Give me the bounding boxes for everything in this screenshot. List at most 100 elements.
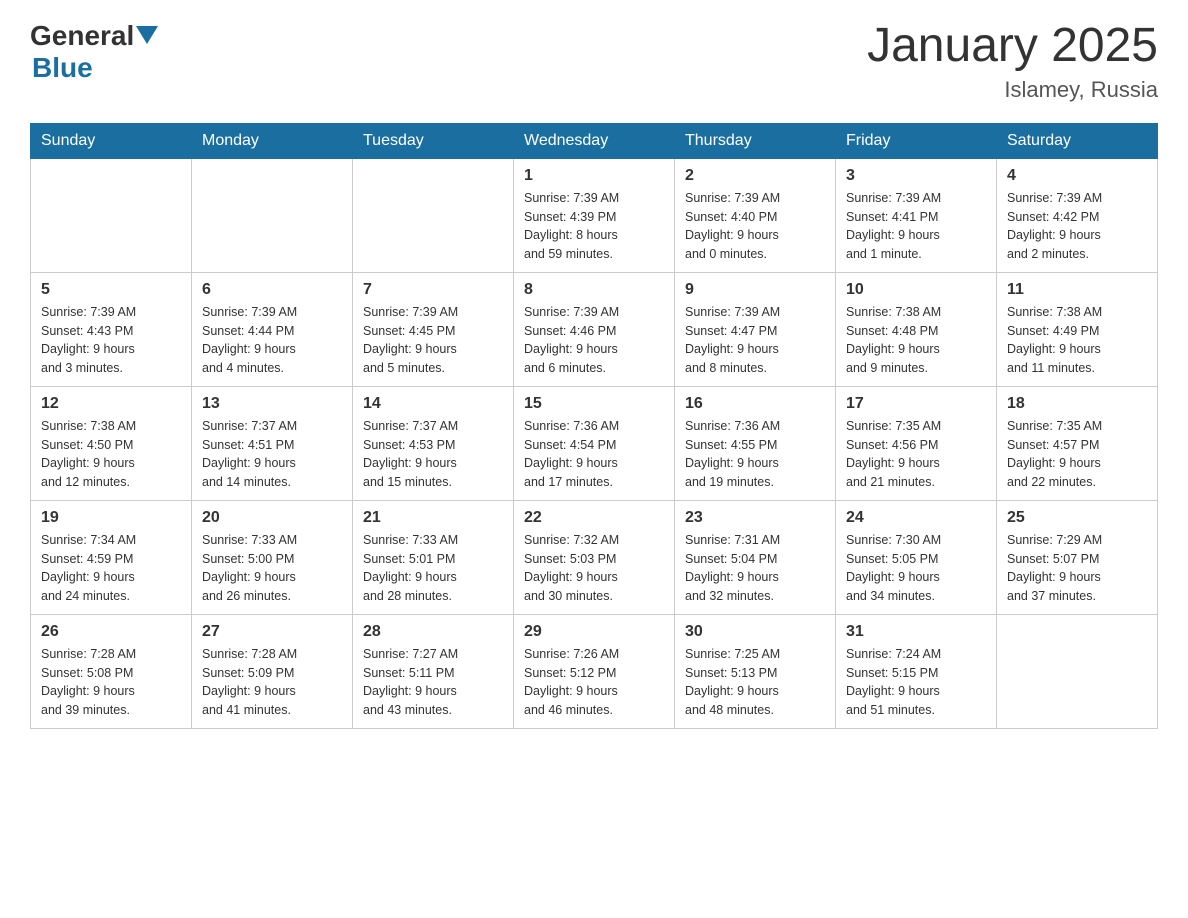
day-info: Sunrise: 7:39 AMSunset: 4:42 PMDaylight:… (1007, 189, 1147, 264)
day-info: Sunrise: 7:39 AMSunset: 4:44 PMDaylight:… (202, 303, 342, 378)
header-thursday: Thursday (675, 123, 836, 158)
logo: General Blue (30, 20, 158, 84)
logo-general-text: General (30, 20, 134, 52)
calendar-cell: 5 Sunrise: 7:39 AMSunset: 4:43 PMDaylight… (31, 272, 192, 386)
calendar-cell: 11 Sunrise: 7:38 AMSunset: 4:49 PMDayligh… (997, 272, 1158, 386)
calendar-cell: 15 Sunrise: 7:36 AMSunset: 4:54 PMDayligh… (514, 386, 675, 500)
day-number: 8 (524, 281, 664, 299)
day-number: 28 (363, 623, 503, 641)
day-info: Sunrise: 7:27 AMSunset: 5:11 PMDaylight:… (363, 645, 503, 720)
logo-blue-text: Blue (32, 52, 93, 84)
header-sunday: Sunday (31, 123, 192, 158)
calendar-cell: 4 Sunrise: 7:39 AMSunset: 4:42 PMDaylight… (997, 158, 1158, 272)
calendar-cell: 1Sunrise: 7:39 AMSunset: 4:39 PMDaylight… (514, 158, 675, 272)
day-info: Sunrise: 7:36 AMSunset: 4:54 PMDaylight:… (524, 417, 664, 492)
day-number: 4 (1007, 167, 1147, 185)
logo-triangle-icon (136, 26, 158, 48)
week-row-5: 26 Sunrise: 7:28 AMSunset: 5:08 PMDayligh… (31, 614, 1158, 728)
calendar-cell: 23 Sunrise: 7:31 AMSunset: 5:04 PMDayligh… (675, 500, 836, 614)
day-number: 16 (685, 395, 825, 413)
day-number: 25 (1007, 509, 1147, 527)
day-info: Sunrise: 7:29 AMSunset: 5:07 PMDaylight:… (1007, 531, 1147, 606)
day-number: 11 (1007, 281, 1147, 299)
day-info: Sunrise: 7:26 AMSunset: 5:12 PMDaylight:… (524, 645, 664, 720)
day-info: Sunrise: 7:25 AMSunset: 5:13 PMDaylight:… (685, 645, 825, 720)
day-info: Sunrise: 7:39 AMSunset: 4:45 PMDaylight:… (363, 303, 503, 378)
day-info: Sunrise: 7:31 AMSunset: 5:04 PMDaylight:… (685, 531, 825, 606)
day-info: Sunrise: 7:32 AMSunset: 5:03 PMDaylight:… (524, 531, 664, 606)
week-row-4: 19Sunrise: 7:34 AMSunset: 4:59 PMDayligh… (31, 500, 1158, 614)
header-saturday: Saturday (997, 123, 1158, 158)
day-number: 2 (685, 167, 825, 185)
day-number: 5 (41, 281, 181, 299)
calendar-cell: 6 Sunrise: 7:39 AMSunset: 4:44 PMDaylight… (192, 272, 353, 386)
header-wednesday: Wednesday (514, 123, 675, 158)
day-info: Sunrise: 7:28 AMSunset: 5:09 PMDaylight:… (202, 645, 342, 720)
header: General Blue January 2025 Islamey, Russi… (30, 20, 1158, 103)
header-monday: Monday (192, 123, 353, 158)
calendar-cell: 19Sunrise: 7:34 AMSunset: 4:59 PMDayligh… (31, 500, 192, 614)
calendar-cell: 8 Sunrise: 7:39 AMSunset: 4:46 PMDaylight… (514, 272, 675, 386)
day-number: 14 (363, 395, 503, 413)
calendar-cell: 24Sunrise: 7:30 AMSunset: 5:05 PMDayligh… (836, 500, 997, 614)
day-info: Sunrise: 7:30 AMSunset: 5:05 PMDaylight:… (846, 531, 986, 606)
day-number: 26 (41, 623, 181, 641)
day-info: Sunrise: 7:24 AMSunset: 5:15 PMDaylight:… (846, 645, 986, 720)
day-number: 17 (846, 395, 986, 413)
day-info: Sunrise: 7:38 AMSunset: 4:48 PMDaylight:… (846, 303, 986, 378)
calendar-cell: 29 Sunrise: 7:26 AMSunset: 5:12 PMDayligh… (514, 614, 675, 728)
calendar-cell: 31 Sunrise: 7:24 AMSunset: 5:15 PMDayligh… (836, 614, 997, 728)
calendar-cell: 2 Sunrise: 7:39 AMSunset: 4:40 PMDaylight… (675, 158, 836, 272)
day-number: 29 (524, 623, 664, 641)
day-info: Sunrise: 7:39 AMSunset: 4:46 PMDaylight:… (524, 303, 664, 378)
day-number: 18 (1007, 395, 1147, 413)
calendar-cell: 25 Sunrise: 7:29 AMSunset: 5:07 PMDayligh… (997, 500, 1158, 614)
calendar-cell: 9Sunrise: 7:39 AMSunset: 4:47 PMDaylight… (675, 272, 836, 386)
calendar-cell: 21 Sunrise: 7:33 AMSunset: 5:01 PMDayligh… (353, 500, 514, 614)
calendar-cell: 7Sunrise: 7:39 AMSunset: 4:45 PMDaylight… (353, 272, 514, 386)
week-row-1: 1Sunrise: 7:39 AMSunset: 4:39 PMDaylight… (31, 158, 1158, 272)
day-number: 15 (524, 395, 664, 413)
calendar-cell: 12 Sunrise: 7:38 AMSunset: 4:50 PMDayligh… (31, 386, 192, 500)
calendar-cell (31, 158, 192, 272)
day-info: Sunrise: 7:38 AMSunset: 4:50 PMDaylight:… (41, 417, 181, 492)
day-number: 13 (202, 395, 342, 413)
calendar-cell: 16 Sunrise: 7:36 AMSunset: 4:55 PMDayligh… (675, 386, 836, 500)
day-number: 21 (363, 509, 503, 527)
day-info: Sunrise: 7:37 AMSunset: 4:51 PMDaylight:… (202, 417, 342, 492)
title-area: January 2025 Islamey, Russia (867, 20, 1158, 103)
day-number: 6 (202, 281, 342, 299)
day-info: Sunrise: 7:37 AMSunset: 4:53 PMDaylight:… (363, 417, 503, 492)
calendar-cell (353, 158, 514, 272)
calendar-cell: 30 Sunrise: 7:25 AMSunset: 5:13 PMDayligh… (675, 614, 836, 728)
calendar-cell: 13 Sunrise: 7:37 AMSunset: 4:51 PMDayligh… (192, 386, 353, 500)
day-info: Sunrise: 7:35 AMSunset: 4:57 PMDaylight:… (1007, 417, 1147, 492)
calendar-header-row: SundayMondayTuesdayWednesdayThursdayFrid… (31, 123, 1158, 158)
day-info: Sunrise: 7:34 AMSunset: 4:59 PMDaylight:… (41, 531, 181, 606)
day-number: 31 (846, 623, 986, 641)
day-number: 23 (685, 509, 825, 527)
day-info: Sunrise: 7:33 AMSunset: 5:01 PMDaylight:… (363, 531, 503, 606)
calendar-cell: 22 Sunrise: 7:32 AMSunset: 5:03 PMDayligh… (514, 500, 675, 614)
day-number: 10 (846, 281, 986, 299)
day-info: Sunrise: 7:35 AMSunset: 4:56 PMDaylight:… (846, 417, 986, 492)
header-friday: Friday (836, 123, 997, 158)
calendar-cell (192, 158, 353, 272)
day-info: Sunrise: 7:39 AMSunset: 4:43 PMDaylight:… (41, 303, 181, 378)
day-info: Sunrise: 7:39 AMSunset: 4:41 PMDaylight:… (846, 189, 986, 264)
week-row-2: 5 Sunrise: 7:39 AMSunset: 4:43 PMDaylight… (31, 272, 1158, 386)
calendar-cell: 18 Sunrise: 7:35 AMSunset: 4:57 PMDayligh… (997, 386, 1158, 500)
day-info: Sunrise: 7:39 AMSunset: 4:40 PMDaylight:… (685, 189, 825, 264)
day-number: 12 (41, 395, 181, 413)
day-info: Sunrise: 7:38 AMSunset: 4:49 PMDaylight:… (1007, 303, 1147, 378)
day-info: Sunrise: 7:39 AMSunset: 4:39 PMDaylight:… (524, 189, 664, 264)
calendar-cell: 27Sunrise: 7:28 AMSunset: 5:09 PMDayligh… (192, 614, 353, 728)
calendar-cell: 17 Sunrise: 7:35 AMSunset: 4:56 PMDayligh… (836, 386, 997, 500)
day-number: 30 (685, 623, 825, 641)
calendar-cell: 3Sunrise: 7:39 AMSunset: 4:41 PMDaylight… (836, 158, 997, 272)
calendar-cell (997, 614, 1158, 728)
day-info: Sunrise: 7:28 AMSunset: 5:08 PMDaylight:… (41, 645, 181, 720)
day-number: 22 (524, 509, 664, 527)
week-row-3: 12 Sunrise: 7:38 AMSunset: 4:50 PMDayligh… (31, 386, 1158, 500)
day-info: Sunrise: 7:36 AMSunset: 4:55 PMDaylight:… (685, 417, 825, 492)
